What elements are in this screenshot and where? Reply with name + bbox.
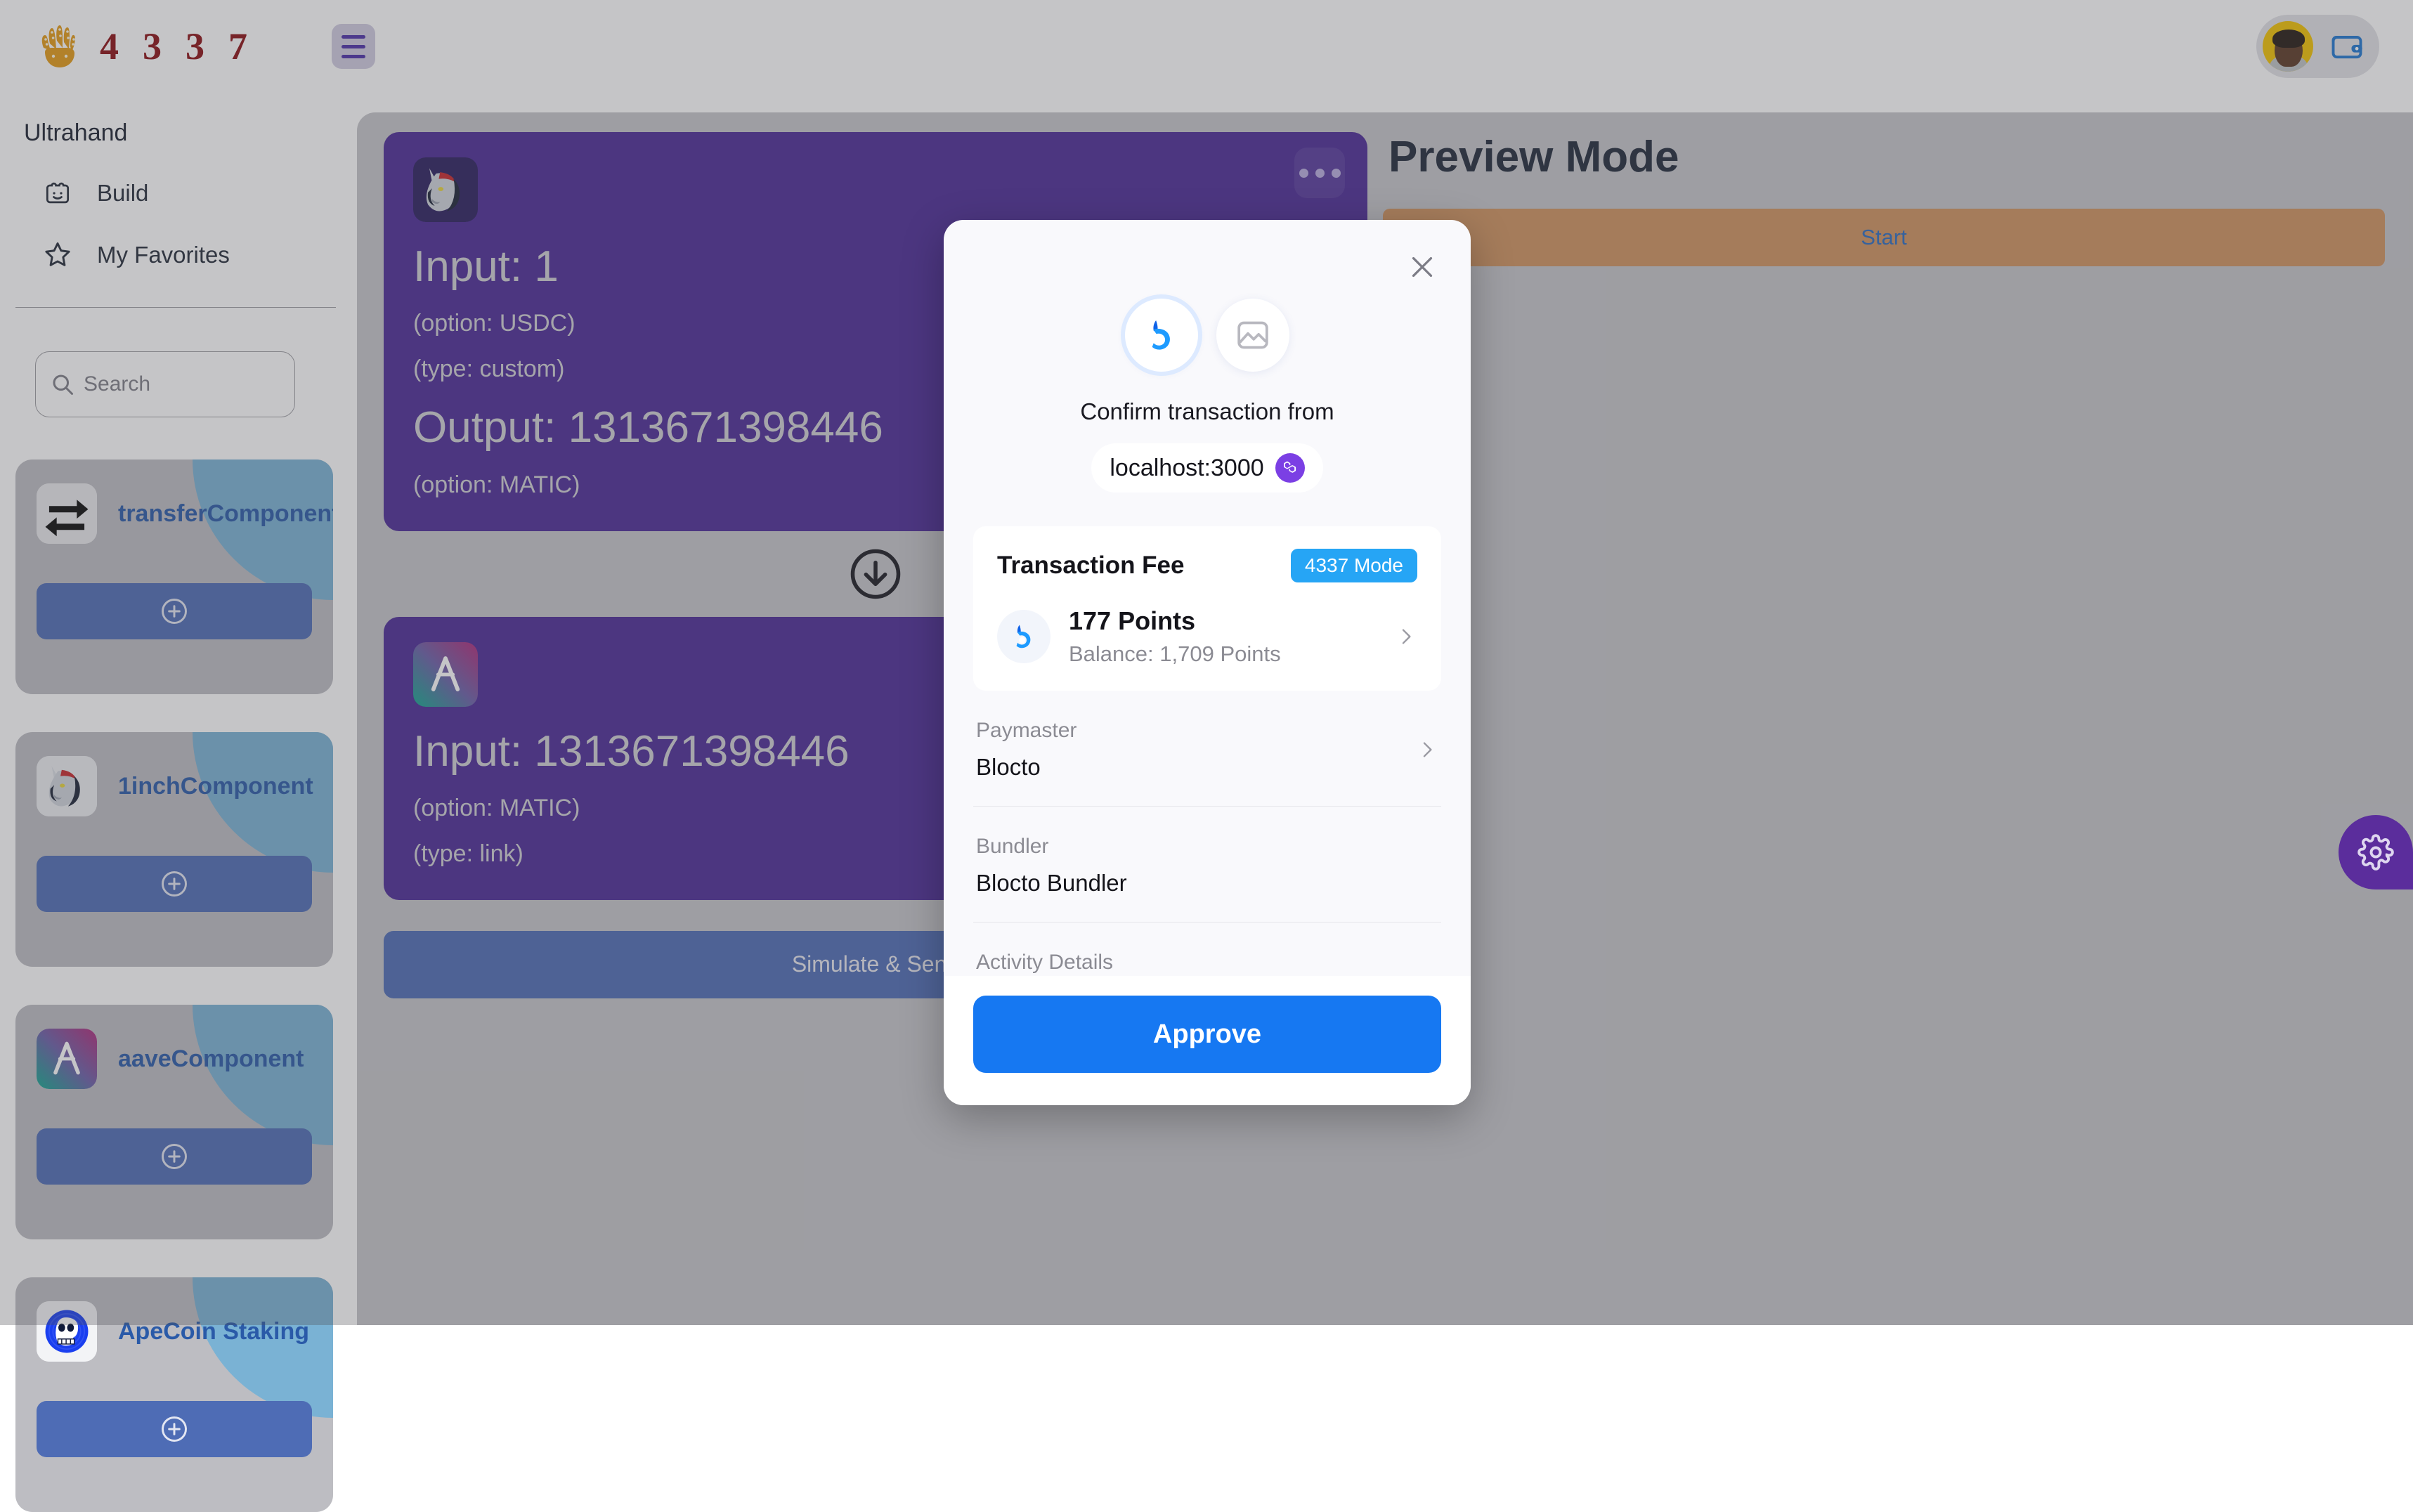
polygon-chain-icon <box>1275 453 1305 483</box>
close-icon[interactable] <box>1406 251 1438 283</box>
confirm-transaction-text: Confirm transaction from <box>973 398 1441 425</box>
chevron-right-icon[interactable] <box>1395 625 1417 648</box>
detail-value: Blocto Bundler <box>976 870 1438 897</box>
activity-details-row[interactable]: Activity Details <box>973 923 1441 975</box>
bundler-block: Bundler Blocto Bundler <box>976 835 1438 897</box>
origin-host-pill: localhost:3000 <box>1091 443 1322 493</box>
bundler-row[interactable]: Bundler Blocto Bundler <box>973 807 1441 923</box>
paymaster-row[interactable]: Paymaster Blocto <box>973 691 1441 807</box>
origin-host: localhost:3000 <box>1110 455 1263 482</box>
add-component-button[interactable] <box>37 1401 312 1457</box>
transaction-fee-header: Transaction Fee 4337 Mode <box>997 549 1417 582</box>
modal-footer: Approve <box>944 976 1471 1105</box>
detail-label: Activity Details <box>976 951 1438 975</box>
transaction-fee-row[interactable]: 177 Points Balance: 1,709 Points <box>997 606 1417 667</box>
modal-body: Confirm transaction from localhost:3000 … <box>944 220 1471 976</box>
status-badge[interactable]: 4337 Mode <box>1291 549 1417 582</box>
modal-logo-row <box>973 220 1441 372</box>
blocto-logo-icon <box>1125 299 1198 372</box>
transaction-fee-title: Transaction Fee <box>997 552 1184 580</box>
detail-value: Blocto <box>976 754 1416 781</box>
fee-balance: Balance: 1,709 Points <box>1069 641 1281 667</box>
detail-label: Paymaster <box>976 719 1416 743</box>
approve-label: Approve <box>1153 1019 1261 1050</box>
image-placeholder-icon <box>1216 299 1289 372</box>
paymaster-block: Paymaster Blocto <box>976 719 1416 781</box>
gear-icon[interactable] <box>2339 815 2413 889</box>
fee-amount: 177 Points <box>1069 606 1281 636</box>
fee-amount-block: 177 Points Balance: 1,709 Points <box>1069 606 1281 667</box>
confirm-transaction-modal: Confirm transaction from localhost:3000 … <box>944 220 1471 1105</box>
transaction-fee-card: Transaction Fee 4337 Mode 177 Points Bal… <box>973 526 1441 691</box>
blocto-points-icon <box>997 610 1051 663</box>
approve-button[interactable]: Approve <box>973 996 1441 1073</box>
detail-label: Bundler <box>976 835 1438 859</box>
activity-block: Activity Details <box>976 951 1438 975</box>
chevron-right-icon[interactable] <box>1416 738 1438 761</box>
